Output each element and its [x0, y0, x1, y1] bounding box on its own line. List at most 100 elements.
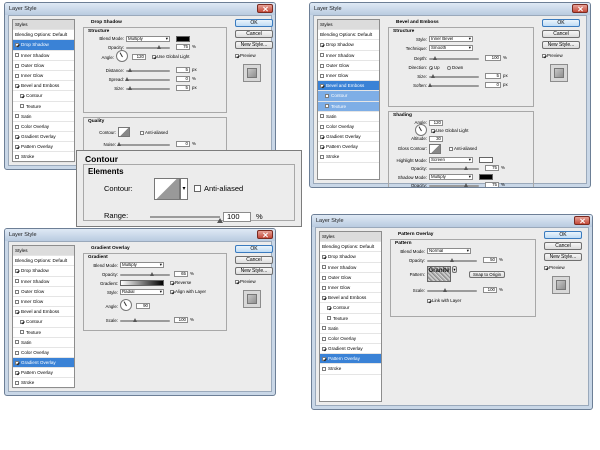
checkbox-icon[interactable] [140, 130, 144, 135]
angle-dial-icon[interactable] [120, 299, 132, 311]
checkbox-icon[interactable] [322, 357, 326, 362]
chevron-down-icon[interactable]: ▾ [453, 267, 455, 272]
anti-aliased-checkbox[interactable]: Anti-aliased [140, 130, 168, 136]
styles-header[interactable]: Styles [320, 232, 381, 243]
range-slider[interactable] [150, 216, 220, 218]
style-item-satin[interactable]: Satin [318, 112, 379, 122]
blend-mode-select[interactable]: Multiply [120, 262, 164, 268]
align-with-layer-checkbox[interactable]: Align with Layer [170, 289, 206, 295]
blending-options[interactable]: Blending Options: Default [320, 242, 381, 253]
opacity-input[interactable]: 75 [176, 44, 190, 50]
new-style-button[interactable]: New Style... [544, 253, 582, 261]
angle-input[interactable]: 90 [136, 303, 150, 309]
style-item-color-overlay[interactable]: Color Overlay [320, 334, 381, 345]
cancel-button[interactable]: Cancel [544, 242, 582, 250]
style-item-pattern-overlay[interactable]: Pattern Overlay [318, 142, 379, 153]
pattern-dropdown[interactable]: ▾ [452, 266, 457, 273]
pattern-swatch[interactable]: Granite [427, 266, 451, 282]
style-item-outer-glow[interactable]: Outer Glow [13, 287, 74, 297]
checkbox-icon[interactable] [320, 114, 324, 119]
style-item-texture[interactable]: Texture [13, 102, 74, 112]
scale-slider[interactable] [120, 318, 170, 322]
shadow-opacity-slider[interactable] [429, 183, 479, 187]
slider-knob-icon[interactable] [150, 272, 154, 276]
snap-to-origin-button[interactable]: Snap to Origin [469, 271, 505, 278]
style-item-color-overlay[interactable]: Color Overlay [13, 348, 74, 359]
style-item-color-overlay[interactable]: Color Overlay [318, 122, 379, 133]
ok-button[interactable]: OK [542, 19, 580, 27]
altitude-input[interactable]: 30 [429, 136, 443, 142]
style-item-texture[interactable]: Texture [318, 101, 379, 112]
opacity-slider[interactable] [126, 45, 170, 49]
style-item-gradient-overlay[interactable]: Gradient Overlay [320, 344, 381, 355]
checkbox-icon[interactable] [15, 360, 19, 365]
checkbox-icon[interactable] [170, 289, 174, 294]
checkbox-icon[interactable] [152, 54, 156, 59]
blending-options[interactable]: Blending Options: Default [13, 30, 74, 41]
checkbox-icon[interactable] [15, 289, 19, 294]
new-style-button[interactable]: New Style... [235, 41, 273, 49]
depth-slider[interactable] [429, 56, 479, 60]
highlight-opacity-slider[interactable] [429, 166, 479, 170]
style-item-bevel[interactable]: Bevel and Emboss [318, 81, 379, 92]
style-item-gradient-overlay[interactable]: Gradient Overlay [13, 358, 74, 369]
shadow-mode-select[interactable]: Multiply [429, 174, 473, 180]
distance-slider[interactable] [126, 68, 170, 72]
checkbox-icon[interactable] [20, 330, 24, 335]
angle-dial-icon[interactable] [116, 50, 128, 62]
style-item-bevel[interactable]: Bevel and Emboss [13, 81, 74, 92]
highlight-mode-select[interactable]: Screen [429, 157, 473, 163]
checkbox-icon[interactable] [322, 336, 326, 341]
style-item-inner-shadow[interactable]: Inner Shadow [13, 277, 74, 287]
close-icon[interactable] [574, 216, 590, 225]
style-item-inner-glow[interactable]: Inner Glow [13, 297, 74, 308]
scale-slider[interactable] [427, 288, 477, 292]
slider-knob-icon[interactable] [464, 166, 468, 170]
style-item-satin[interactable]: Satin [320, 324, 381, 334]
slider-knob-icon[interactable] [125, 77, 129, 81]
close-icon[interactable] [572, 4, 588, 13]
checkbox-icon[interactable] [320, 53, 324, 58]
checkbox-icon[interactable] [20, 104, 24, 109]
style-item-stroke[interactable]: Stroke [320, 364, 381, 375]
new-style-button[interactable]: New Style... [235, 267, 273, 275]
shadow-color-swatch[interactable] [176, 36, 190, 42]
checkbox-icon[interactable] [320, 145, 324, 150]
preview-checkbox[interactable]: Preview [542, 53, 563, 59]
checkbox-icon[interactable] [170, 280, 174, 285]
checkbox-icon[interactable] [542, 53, 546, 58]
blend-mode-select[interactable]: Normal [427, 248, 471, 254]
checkbox-icon[interactable] [320, 63, 324, 68]
style-item-stroke[interactable]: Stroke [13, 152, 74, 163]
slider-knob-icon[interactable] [464, 183, 468, 187]
direction-down-radio[interactable]: Down [447, 65, 463, 71]
radio-icon[interactable] [429, 65, 433, 70]
opacity-input[interactable]: 65 [174, 271, 188, 277]
spread-slider[interactable] [125, 77, 170, 81]
new-style-button[interactable]: New Style... [542, 41, 580, 49]
style-item-inner-glow[interactable]: Inner Glow [318, 71, 379, 82]
style-item-inner-glow[interactable]: Inner Glow [320, 283, 381, 294]
style-item-gradient-overlay[interactable]: Gradient Overlay [13, 132, 74, 143]
checkbox-icon[interactable] [15, 73, 19, 78]
checkbox-icon[interactable] [320, 134, 324, 139]
checkbox-icon[interactable] [15, 43, 19, 48]
checkbox-icon[interactable] [427, 298, 431, 303]
cancel-button[interactable]: Cancel [235, 256, 273, 264]
checkbox-icon[interactable] [449, 146, 453, 151]
style-item-bevel[interactable]: Bevel and Emboss [320, 293, 381, 304]
style-item-outer-glow[interactable]: Outer Glow [320, 273, 381, 283]
style-item-contour[interactable]: Contour [13, 91, 74, 102]
bevel-style-select[interactable]: Inner Bevel [429, 36, 473, 42]
checkbox-icon[interactable] [15, 53, 19, 58]
highlight-opacity-input[interactable]: 75 [485, 165, 499, 171]
checkbox-icon[interactable] [235, 53, 239, 58]
scale-input[interactable]: 100 [174, 317, 188, 323]
checkbox-icon[interactable] [15, 145, 19, 150]
checkbox-icon[interactable] [15, 63, 19, 68]
checkbox-icon[interactable] [20, 320, 24, 325]
checkbox-icon[interactable] [322, 255, 326, 260]
style-item-gradient-overlay[interactable]: Gradient Overlay [318, 132, 379, 143]
style-item-pattern-overlay[interactable]: Pattern Overlay [13, 368, 74, 379]
soften-input[interactable]: 0 [485, 82, 501, 88]
